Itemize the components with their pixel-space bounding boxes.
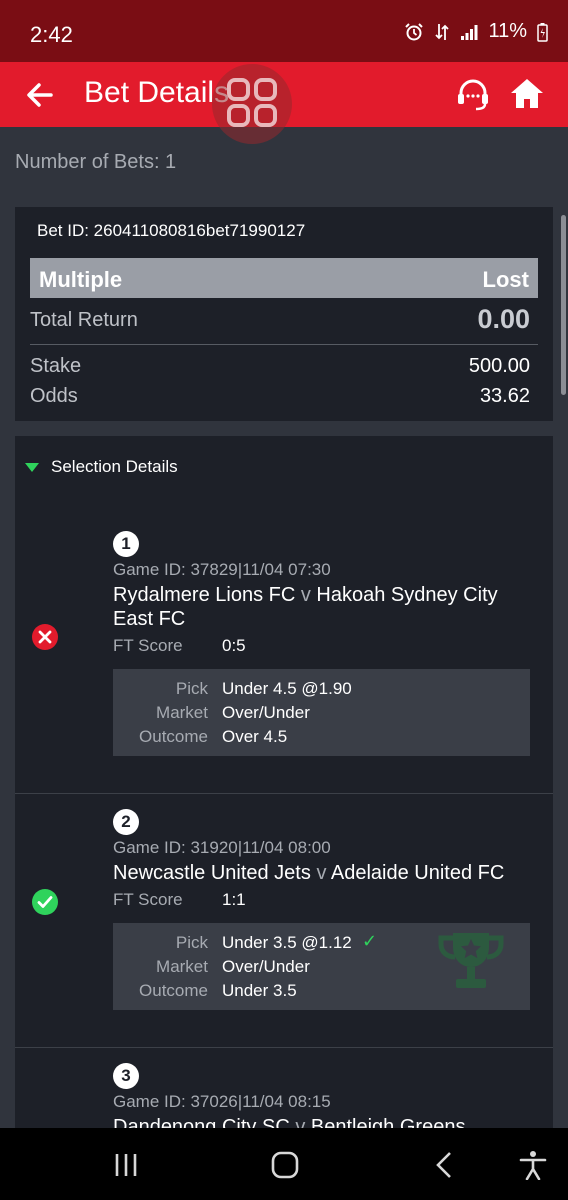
odds-label: Odds <box>30 385 78 407</box>
ft-score-value: 1:1 <box>222 890 246 909</box>
home-team: Rydalmere Lions FC <box>113 584 296 606</box>
selection-number: 2 <box>113 809 139 835</box>
bet-type-bar: Multiple Lost <box>30 258 538 298</box>
pick-label: Pick <box>175 679 208 698</box>
selection-number: 3 <box>113 1063 139 1089</box>
battery-charging-icon <box>537 22 548 42</box>
page-title: Bet Details <box>84 76 230 109</box>
pick-won-check-icon: ✓ <box>362 931 378 951</box>
stake-label: Stake <box>30 355 82 377</box>
alarm-icon <box>404 22 424 42</box>
away-team: Adelaide United FC <box>330 862 505 884</box>
support-headset-icon[interactable] <box>455 77 491 113</box>
ft-score-label: FT Score <box>113 890 183 909</box>
back-arrow-icon[interactable] <box>22 77 58 113</box>
market-value: Over/Under <box>222 703 310 722</box>
versus: v <box>300 584 311 606</box>
game-id: Game ID: 37026|11/04 08:15 <box>113 1092 331 1111</box>
outcome-label: Outcome <box>139 727 208 746</box>
status-bar: 2:42 11% <box>0 0 568 62</box>
status-icons: 11% <box>404 20 548 43</box>
selection-details-toggle[interactable]: Selection Details <box>25 454 178 480</box>
selection-number: 1 <box>113 531 139 557</box>
trophy-icon <box>438 933 504 988</box>
recent-apps-icon[interactable] <box>109 1150 143 1180</box>
divider <box>15 793 553 794</box>
back-nav-icon[interactable] <box>428 1150 462 1180</box>
scrollbar[interactable] <box>561 215 566 395</box>
odds-value: 33.62 <box>479 385 530 407</box>
market-label: Market <box>156 957 208 976</box>
divider <box>15 1047 553 1048</box>
navigation-bar <box>0 1128 568 1200</box>
bets-count: Number of Bets: 1 <box>15 151 177 173</box>
pick-value: Under 3.5 @1.12 <box>222 933 352 952</box>
pick-label: Pick <box>175 933 208 952</box>
game-id: Game ID: 37829|11/04 07:30 <box>113 560 331 579</box>
match-name: Newcastle United Jets v Adelaide United … <box>113 861 533 885</box>
ft-score-value: 0:5 <box>222 636 246 655</box>
bet-type: Multiple <box>39 267 123 292</box>
expand-triangle-icon <box>25 462 39 472</box>
lost-icon <box>32 624 58 650</box>
game-id: Game ID: 31920|11/04 08:00 <box>113 838 331 857</box>
pick-details: Pick Under 4.5 @1.90 Market Over/Under O… <box>113 669 530 756</box>
outcome-value: Over 4.5 <box>222 727 288 746</box>
data-transfer-icon <box>434 22 450 42</box>
total-return-value: 0.00 <box>477 304 530 334</box>
bet-summary-card: Bet ID: 260411080816bet71990127 Multiple… <box>15 207 553 421</box>
home-icon[interactable] <box>508 76 546 112</box>
battery-percent: 11% <box>488 20 527 42</box>
market-value: Over/Under <box>222 957 310 976</box>
selection-details-title: Selection Details <box>51 457 178 476</box>
stake-value: 500.00 <box>468 355 530 377</box>
selection-details-card: Selection Details 1 Game ID: 37829|11/04… <box>15 436 553 1136</box>
status-time: 2:42 <box>30 22 73 47</box>
outcome-value: Under 3.5 <box>222 981 297 1000</box>
outcome-label: Outcome <box>139 981 208 1000</box>
bet-status: Lost <box>482 267 529 292</box>
bet-id: Bet ID: 260411080816bet71990127 <box>37 221 306 240</box>
match-name: Rydalmere Lions FC v Hakoah Sydney City … <box>113 583 533 631</box>
pick-value: Under 4.5 @1.90 <box>222 679 352 698</box>
grid-menu-icon <box>227 78 277 127</box>
home-team: Newcastle United Jets <box>113 862 311 884</box>
ft-score-label: FT Score <box>113 636 183 655</box>
total-return-label: Total Return <box>30 309 138 331</box>
versus: v <box>316 862 327 884</box>
won-icon <box>32 889 58 915</box>
home-nav-icon[interactable] <box>268 1150 302 1180</box>
accessibility-icon[interactable] <box>516 1150 550 1181</box>
app-header: Bet Details <box>0 62 568 144</box>
signal-icon <box>460 23 478 41</box>
divider <box>30 344 538 345</box>
floating-menu-button[interactable] <box>212 64 292 144</box>
pick-details: Pick Under 3.5 @1.12 ✓ Market Over/Under… <box>113 923 530 1010</box>
market-label: Market <box>156 703 208 722</box>
